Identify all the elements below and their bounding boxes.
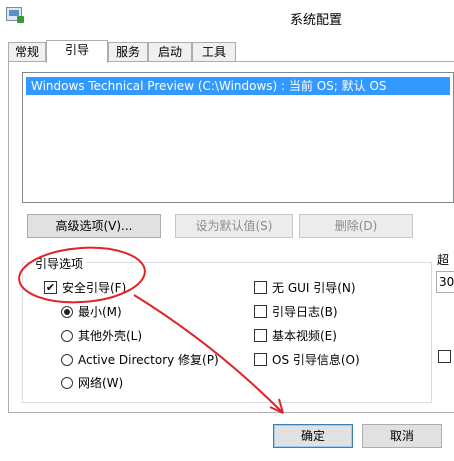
tab-boot[interactable]: 引导: [46, 40, 108, 63]
safe-boot-label: 安全引导(F): [62, 281, 127, 295]
msconfig-icon: [6, 7, 24, 23]
radio-network-label: 网络(W): [78, 376, 124, 390]
radio-minimal-label: 最小(M): [78, 305, 122, 319]
tab-services[interactable]: 服务: [108, 42, 148, 61]
checkbox-icon[interactable]: [254, 353, 267, 366]
checkbox-icon[interactable]: [254, 329, 267, 342]
advanced-options-button[interactable]: 高级选项(V)...: [27, 214, 161, 238]
make-permanent-checkbox[interactable]: [438, 350, 451, 363]
timeout-label: 超: [437, 253, 450, 267]
cancel-button[interactable]: 取消: [362, 424, 442, 448]
checkbox-icon[interactable]: [254, 305, 267, 318]
no-gui-boot-label: 无 GUI 引导(N): [272, 281, 356, 295]
checkbox-icon[interactable]: [254, 281, 267, 294]
tab-general[interactable]: 常规: [8, 42, 46, 61]
radio-ad-repair-label: Active Directory 修复(P): [78, 353, 219, 367]
os-list-item[interactable]: Windows Technical Preview (C:\Windows) :…: [26, 77, 450, 95]
ok-button[interactable]: 确定: [273, 424, 353, 448]
boot-options-label: 引导选项: [32, 255, 87, 272]
delete-button[interactable]: 删除(D): [299, 214, 413, 238]
checkmark-icon[interactable]: ✔: [44, 281, 57, 294]
radio-icon[interactable]: [61, 377, 73, 389]
radio-selected-icon[interactable]: [61, 306, 73, 318]
tab-startup[interactable]: 启动: [148, 42, 192, 61]
set-default-button[interactable]: 设为默认值(S): [175, 214, 293, 238]
timeout-input[interactable]: 30: [436, 271, 454, 293]
radio-alternate-shell-label: 其他外壳(L): [78, 329, 143, 343]
radio-icon[interactable]: [61, 330, 73, 342]
radio-icon[interactable]: [61, 354, 73, 366]
os-boot-info-label: OS 引导信息(O): [272, 353, 360, 367]
window-title: 系统配置: [290, 13, 343, 28]
os-list[interactable]: Windows Technical Preview (C:\Windows) :…: [22, 72, 454, 203]
title-bar: 系统配置: [0, 0, 454, 32]
base-video-label: 基本视频(E): [272, 329, 337, 343]
boot-log-label: 引导日志(B): [272, 305, 338, 319]
tab-tools[interactable]: 工具: [192, 42, 236, 61]
